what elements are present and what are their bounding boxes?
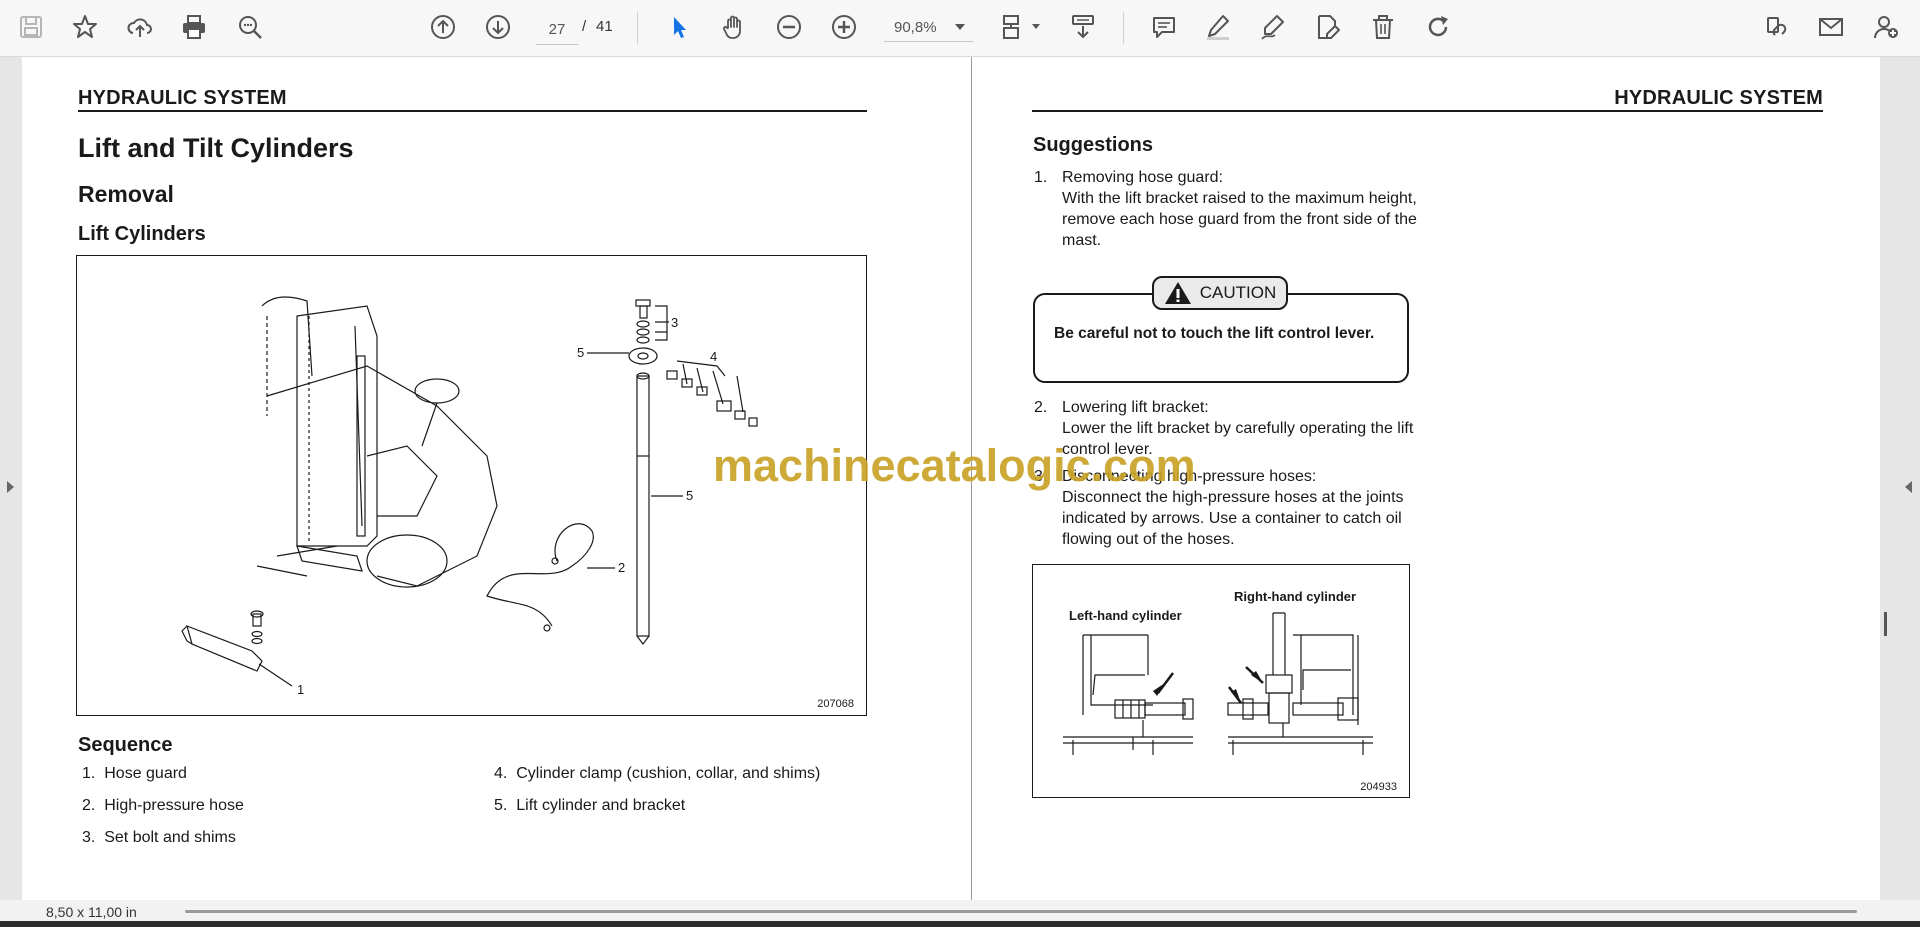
select-cursor-icon[interactable] xyxy=(662,10,696,44)
scroll-mode-icon[interactable] xyxy=(1066,10,1100,44)
zoom-out-icon[interactable] xyxy=(772,10,806,44)
chevron-down-icon[interactable] xyxy=(955,24,965,30)
sequence-number: 5. xyxy=(494,797,508,814)
sequence-item: 5. Lift cylinder and bracket xyxy=(494,797,685,815)
bookmark-star-icon[interactable] xyxy=(68,10,102,44)
sequence-item: 4. Cylinder clamp (cushion, collar, and … xyxy=(494,765,820,783)
header-rule xyxy=(78,110,867,112)
page-fit-dropdown-icon[interactable] xyxy=(1032,24,1040,29)
caution-label: CAUTION xyxy=(1152,276,1288,310)
step-title: Lowering lift bracket: xyxy=(1062,399,1209,416)
page-number-input[interactable] xyxy=(536,14,578,45)
hand-icon[interactable] xyxy=(717,10,751,44)
page-up-icon[interactable] xyxy=(426,10,460,44)
step-number: 2. xyxy=(1034,399,1048,416)
step-title: Removing hose guard: xyxy=(1062,169,1223,186)
edit-pdf-icon[interactable] xyxy=(1311,10,1345,44)
sequence-item: 2. High-pressure hose xyxy=(82,797,244,815)
vertical-scrollbar-thumb[interactable] xyxy=(1884,612,1887,636)
right-panel-toggle-icon[interactable] xyxy=(1905,481,1912,493)
sequence-title: Sequence xyxy=(78,734,173,756)
delete-icon[interactable] xyxy=(1366,10,1400,44)
sequence-item: 3. Set bolt and shims xyxy=(82,829,236,847)
callout-5-upper: 5 xyxy=(577,345,584,360)
right-cylinder-label: Right-hand cylinder xyxy=(1234,589,1356,604)
save-icon[interactable] xyxy=(14,10,48,44)
subtitle-removal: Removal xyxy=(78,181,174,207)
suggestions-title: Suggestions xyxy=(1033,134,1154,156)
watermark: machinecatalogic.com xyxy=(713,440,1196,491)
toolbar-divider xyxy=(637,12,638,44)
rotate-icon[interactable] xyxy=(1421,10,1455,44)
step-number: 1. xyxy=(1034,169,1048,186)
draw-icon[interactable] xyxy=(1256,10,1290,44)
step-text: Disconnect the high-pressure hoses at th… xyxy=(1062,489,1404,548)
page-spread: HYDRAULIC SYSTEM Lift and Tilt Cylinders… xyxy=(22,57,1880,900)
callout-5-lower: 5 xyxy=(686,488,693,503)
sequence-number: 1. xyxy=(82,765,96,782)
sequence-number: 2. xyxy=(82,797,96,814)
page-down-icon[interactable] xyxy=(481,10,515,44)
upload-cloud-icon[interactable] xyxy=(123,10,157,44)
step-text: With the lift bracket raised to the maxi… xyxy=(1062,190,1417,249)
sequence-text: Set bolt and shims xyxy=(104,829,236,846)
toolbar-divider xyxy=(1123,12,1124,44)
figure-callouts: 1 2 3 4 5 5 xyxy=(297,315,717,697)
page-total: 41 xyxy=(596,18,613,35)
sequence-text: Lift cylinder and bracket xyxy=(516,797,686,814)
callout-2: 2 xyxy=(618,560,625,575)
sequence-number: 4. xyxy=(494,765,508,782)
sequence-text: High-pressure hose xyxy=(104,797,244,814)
sequence-item: 1. Hose guard xyxy=(82,765,187,783)
step-body: Removing hose guard: With the lift bracke… xyxy=(1062,167,1422,251)
caution-text: Be careful not to touch the lift control… xyxy=(1054,325,1375,342)
horizontal-scrollbar[interactable] xyxy=(185,910,1857,913)
print-icon[interactable] xyxy=(177,10,211,44)
page-fit-icon[interactable] xyxy=(996,10,1030,44)
page-title: Lift and Tilt Cylinders xyxy=(78,133,354,163)
email-icon[interactable] xyxy=(1814,10,1848,44)
share-link-icon[interactable] xyxy=(1759,10,1793,44)
hose-joint-illustration: Left-hand cylinder Right-hand cylinder xyxy=(1063,589,1373,755)
zoom-search-icon[interactable] xyxy=(233,10,267,44)
sequence-text: Hose guard xyxy=(104,765,187,782)
warning-triangle-icon xyxy=(1164,282,1191,304)
add-user-icon[interactable] xyxy=(1869,10,1903,44)
figure-id: 204933 xyxy=(1360,781,1397,793)
caution-label-text: CAUTION xyxy=(1199,283,1277,302)
callout-3: 3 xyxy=(671,315,678,330)
sequence-text: Cylinder clamp (cushion, collar, and shi… xyxy=(516,765,821,782)
left-cylinder-label: Left-hand cylinder xyxy=(1069,608,1182,623)
hose-joint-figure: Left-hand cylinder Right-hand cylinder 2… xyxy=(1032,564,1410,798)
document-viewport[interactable]: HYDRAULIC SYSTEM Lift and Tilt Cylinders… xyxy=(0,57,1920,900)
section-lift-cylinders: Lift Cylinders xyxy=(78,223,206,245)
comment-icon[interactable] xyxy=(1147,10,1181,44)
header-rule xyxy=(1032,110,1823,112)
left-panel-toggle-icon[interactable] xyxy=(7,481,14,493)
left-page-header: HYDRAULIC SYSTEM xyxy=(78,87,287,109)
right-page-header: HYDRAULIC SYSTEM xyxy=(1614,87,1823,109)
figure-id: 207068 xyxy=(817,698,854,710)
toolbar: / 41 90,8% xyxy=(0,0,1920,57)
callout-4: 4 xyxy=(710,349,717,364)
callout-1: 1 xyxy=(297,682,304,697)
highlight-icon[interactable] xyxy=(1201,10,1235,44)
sequence-number: 3. xyxy=(82,829,96,846)
window-bottom-edge xyxy=(0,921,1920,927)
zoom-in-icon[interactable] xyxy=(827,10,861,44)
page-size-label: 8,50 x 11,00 in xyxy=(46,904,137,920)
page-separator: / xyxy=(582,18,587,35)
